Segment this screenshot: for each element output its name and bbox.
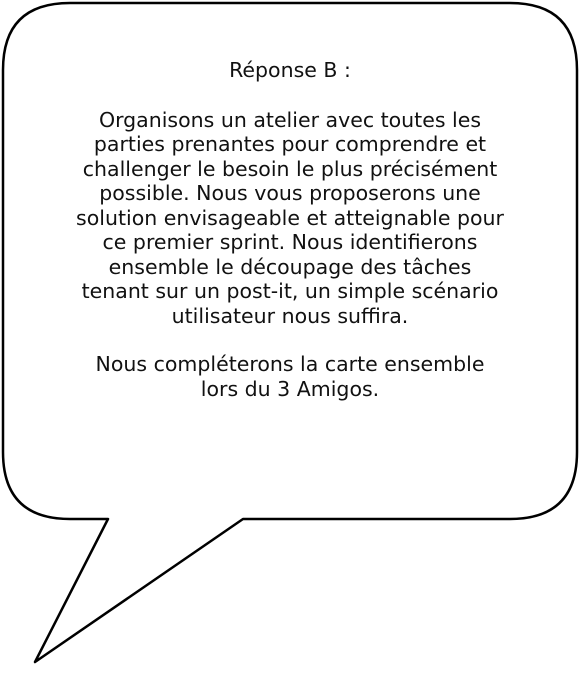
text-line: Nous compléterons la carte ensemble [95,352,485,376]
answer-paragraph-closing: Nous compléterons la carte ensemble lors… [40,352,540,401]
speech-bubble-content: Réponse B : Organisons un atelier avec t… [40,58,540,425]
answer-title: Réponse B : [229,58,351,82]
text-line: tenant sur un post-it, un simple scénari… [81,279,499,303]
text-line: possible. Nous vous proposerons une [99,181,481,205]
answer-paragraph-main: Organisons un atelier avec toutes les pa… [40,108,540,329]
text-line: parties prenantes pour comprendre et [93,132,487,156]
text-line: challenger le besoin le plus précisément [82,156,498,181]
text-line: ensemble le découpage des tâches [108,254,472,279]
text-line: lors du 3 Amigos. [200,376,380,401]
text-line: solution envisageable et atteignable pou… [76,205,504,230]
text-line: ce premier sprint. Nous identifierons [102,230,478,254]
text-line: Organisons un atelier avec toutes les [98,107,482,132]
text-line: utilisateur nous suffira. [171,303,409,328]
